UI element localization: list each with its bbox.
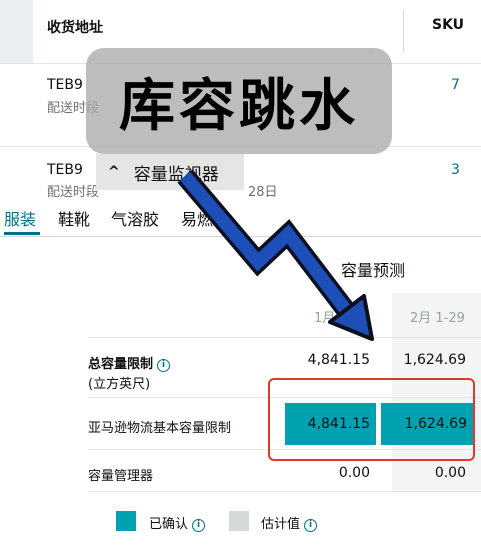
down-arrow-icon — [177, 169, 374, 341]
zigzag-arrow — [177, 169, 374, 341]
